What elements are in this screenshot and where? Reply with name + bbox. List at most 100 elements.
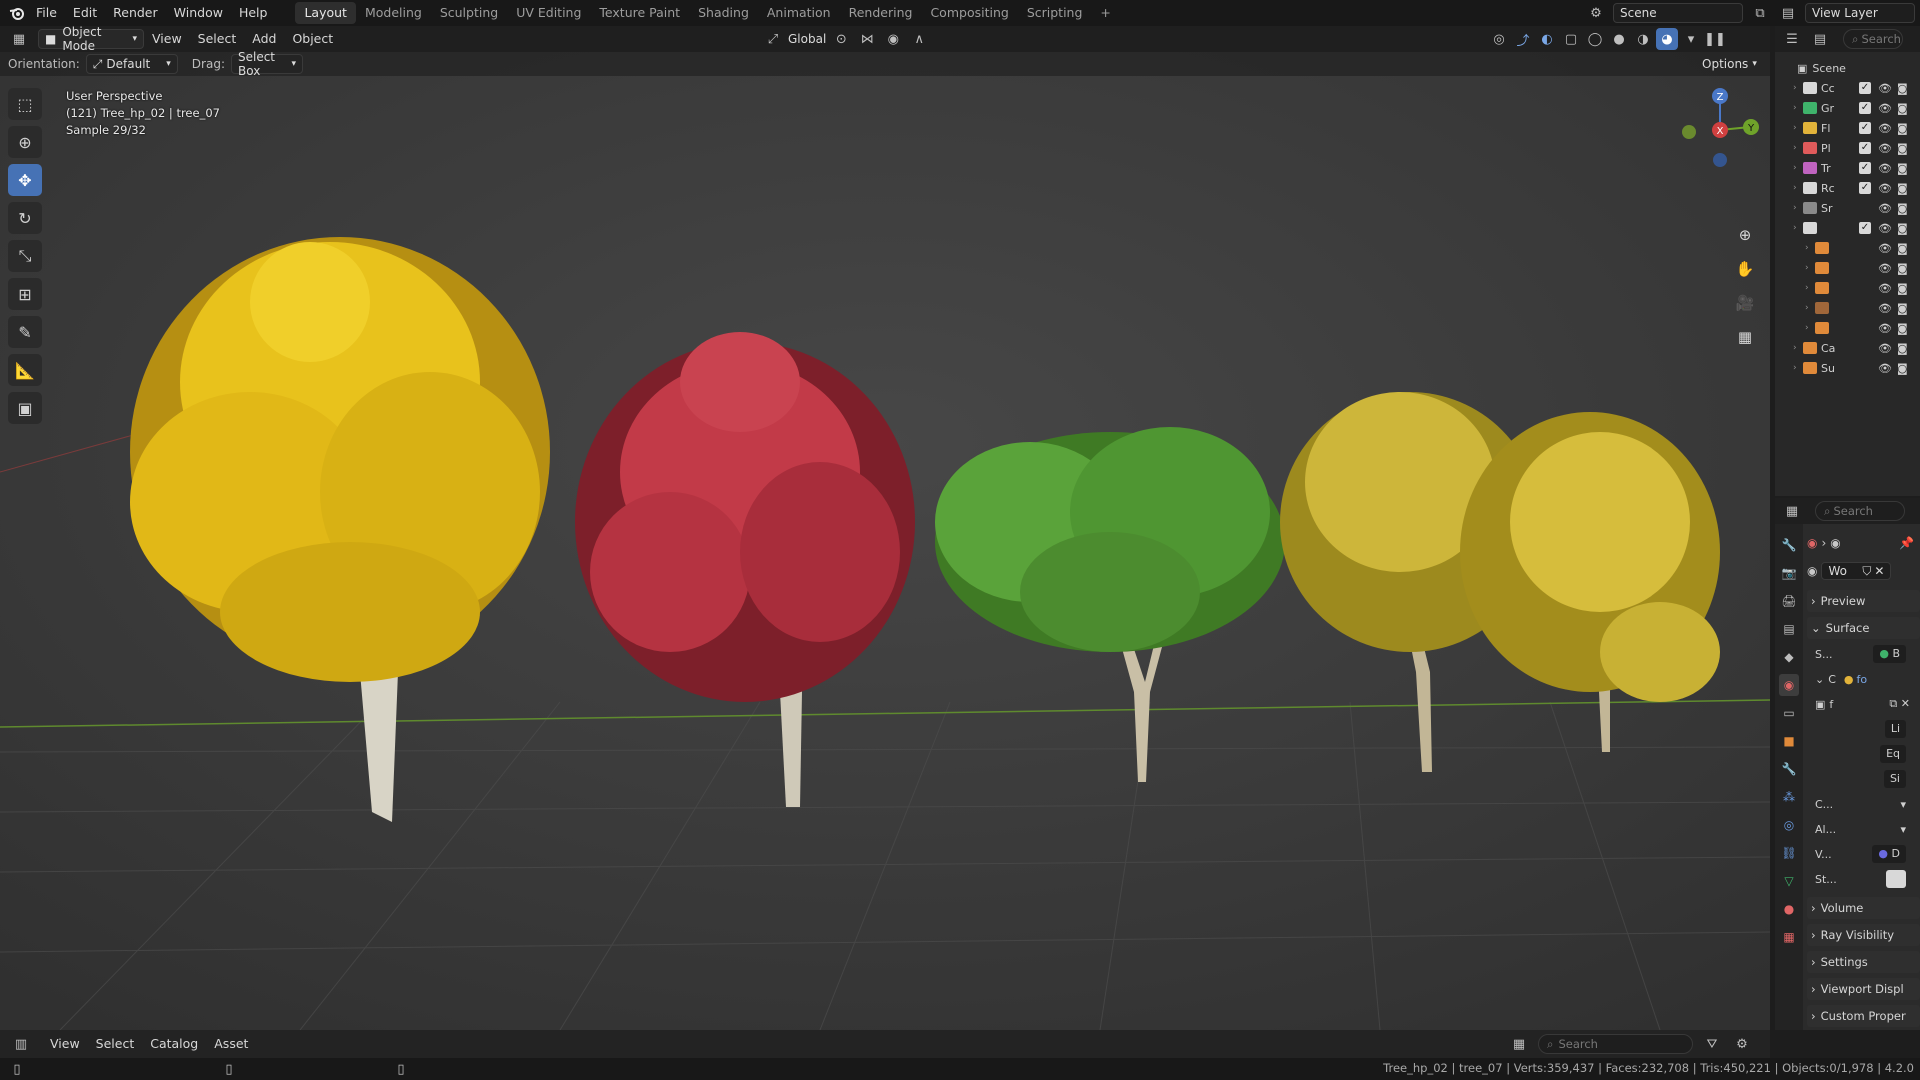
- chevron-right-icon[interactable]: ›: [1793, 203, 1803, 213]
- chevron-right-icon[interactable]: ›: [1793, 143, 1803, 153]
- settings-panel[interactable]: › Settings: [1807, 951, 1920, 973]
- navigation-gizmo[interactable]: Z Y X: [1675, 82, 1765, 172]
- gizmo-icon[interactable]: ⤴: [1512, 28, 1534, 50]
- viewport-menu-view[interactable]: View: [144, 26, 190, 52]
- colorspace-field[interactable]: C... ▾: [1807, 794, 1920, 814]
- modifier-tab-icon[interactable]: 🔧: [1779, 758, 1799, 780]
- custom-properties-panel[interactable]: › Custom Proper: [1807, 1005, 1920, 1027]
- chevron-right-icon[interactable]: ›: [1793, 223, 1803, 233]
- tab-compositing[interactable]: Compositing: [921, 2, 1017, 24]
- outliner-scene-row[interactable]: ▣ Scene: [1775, 58, 1920, 78]
- eye-icon[interactable]: 👁: [1878, 362, 1892, 375]
- eye-icon[interactable]: 👁: [1878, 222, 1892, 235]
- asset-settings-gear-icon[interactable]: ⚙: [1731, 1033, 1753, 1055]
- eye-icon[interactable]: 👁: [1878, 122, 1892, 135]
- data-tab-icon[interactable]: ▽: [1779, 870, 1799, 892]
- source-value[interactable]: Si: [1883, 770, 1906, 788]
- view-layer-tab-icon[interactable]: ▤: [1779, 618, 1799, 640]
- tab-animation[interactable]: Animation: [758, 2, 840, 24]
- chevron-right-icon[interactable]: ›: [1793, 103, 1803, 113]
- viewport-menu-add[interactable]: Add: [244, 26, 284, 52]
- menu-file[interactable]: File: [28, 0, 65, 26]
- tab-scripting[interactable]: Scripting: [1018, 2, 1092, 24]
- transform-orientation-icon[interactable]: ⤢: [762, 28, 784, 50]
- blender-logo-icon[interactable]: [6, 2, 28, 24]
- outliner-row[interactable]: › Gr ✓ 👁 ◙: [1775, 98, 1920, 118]
- display-mode-icon[interactable]: ▤: [1809, 28, 1831, 50]
- volume-panel[interactable]: › Volume: [1807, 897, 1920, 919]
- exclude-checkbox[interactable]: ✓: [1859, 82, 1871, 94]
- outliner-row[interactable]: › Tr ✓ 👁 ◙: [1775, 158, 1920, 178]
- tab-layout[interactable]: Layout: [295, 2, 356, 24]
- material-shading-icon[interactable]: ◑: [1632, 28, 1654, 50]
- outliner-row[interactable]: › Su 👁 ◙: [1775, 358, 1920, 378]
- eye-icon[interactable]: 👁: [1878, 82, 1892, 95]
- world-name-field[interactable]: Wo ⛉ ✕: [1821, 562, 1892, 580]
- interpolation-field[interactable]: Li: [1807, 719, 1920, 739]
- outliner-row[interactable]: › 👁 ◙: [1775, 298, 1920, 318]
- projection-field[interactable]: Eq: [1807, 744, 1920, 764]
- tab-rendering[interactable]: Rendering: [840, 2, 922, 24]
- camera-icon[interactable]: ◙: [1897, 142, 1908, 155]
- scene-selector[interactable]: Scene: [1613, 3, 1743, 23]
- pin-icon[interactable]: 📌: [1899, 536, 1914, 550]
- preview-panel[interactable]: › Preview: [1807, 590, 1920, 612]
- source-field[interactable]: Si: [1807, 769, 1920, 789]
- eye-icon[interactable]: 👁: [1878, 322, 1892, 335]
- pivot-icon[interactable]: ⊙: [830, 28, 852, 50]
- camera-view-icon[interactable]: 🎥: [1732, 290, 1758, 316]
- surface-panel[interactable]: ⌄ Surface: [1807, 617, 1920, 639]
- camera-icon[interactable]: ◙: [1897, 302, 1908, 315]
- snap-icon[interactable]: ⋈: [856, 28, 878, 50]
- chevron-right-icon[interactable]: ›: [1805, 303, 1815, 313]
- outliner-search[interactable]: ⌕ Search: [1843, 29, 1903, 49]
- menu-help[interactable]: Help: [231, 0, 276, 26]
- camera-icon[interactable]: ◙: [1897, 282, 1908, 295]
- viewport-display-panel[interactable]: › Viewport Displ: [1807, 978, 1920, 1000]
- exclude-checkbox[interactable]: ✓: [1859, 222, 1871, 234]
- xray-icon[interactable]: ▢: [1560, 28, 1582, 50]
- exclude-checkbox[interactable]: ✓: [1859, 102, 1871, 114]
- transform-tool-icon[interactable]: ⊞: [8, 278, 42, 310]
- solid-shading-icon[interactable]: ●: [1608, 28, 1630, 50]
- camera-icon[interactable]: ◙: [1897, 82, 1908, 95]
- object-tab-icon[interactable]: ■: [1779, 730, 1799, 752]
- pan-hand-icon[interactable]: ✋: [1732, 256, 1758, 282]
- menu-window[interactable]: Window: [166, 0, 231, 26]
- scale-tool-icon[interactable]: ⤡: [8, 240, 42, 272]
- projection-value[interactable]: Eq: [1880, 745, 1906, 763]
- zoom-icon[interactable]: ⊕: [1732, 222, 1758, 248]
- texture-tab-icon[interactable]: ▦: [1779, 926, 1799, 948]
- scene-icon[interactable]: ⚙: [1585, 2, 1607, 24]
- view-layer-icon[interactable]: ▤: [1777, 2, 1799, 24]
- chevron-right-icon[interactable]: ›: [1793, 163, 1803, 173]
- outliner-row[interactable]: › Pl ✓ 👁 ◙: [1775, 138, 1920, 158]
- drag-dropdown[interactable]: Select Box ▾: [230, 50, 303, 78]
- chevron-right-icon[interactable]: ›: [1793, 363, 1803, 373]
- display-size-icon[interactable]: ▦: [1508, 1033, 1530, 1055]
- filter-icon[interactable]: ⛛: [1701, 1033, 1723, 1055]
- perspective-grid-icon[interactable]: ▦: [1732, 324, 1758, 350]
- material-tab-icon[interactable]: ●: [1779, 898, 1799, 920]
- chevron-right-icon[interactable]: ›: [1793, 83, 1803, 93]
- options-dropdown[interactable]: Options ▾: [1696, 54, 1762, 74]
- exclude-checkbox[interactable]: ✓: [1859, 182, 1871, 194]
- output-tab-icon[interactable]: 🖨: [1779, 590, 1799, 612]
- overlays-icon[interactable]: ◐: [1536, 28, 1558, 50]
- tab-texture-paint[interactable]: Texture Paint: [590, 2, 689, 24]
- outliner-row[interactable]: › Fl ✓ 👁 ◙: [1775, 118, 1920, 138]
- camera-icon[interactable]: ◙: [1897, 322, 1908, 335]
- measure-tool-icon[interactable]: 📐: [8, 354, 42, 386]
- new-scene-icon[interactable]: ⧉: [1749, 2, 1771, 24]
- select-box-tool-icon[interactable]: ⬚: [8, 88, 42, 120]
- particles-tab-icon[interactable]: ⁂: [1779, 786, 1799, 808]
- outliner-row[interactable]: › ✓ 👁 ◙: [1775, 218, 1920, 238]
- properties-editor-icon[interactable]: ▦: [1781, 500, 1803, 522]
- pause-icon[interactable]: ❚❚: [1704, 28, 1726, 50]
- eye-icon[interactable]: 👁: [1878, 162, 1892, 175]
- surface-field[interactable]: S... ● B: [1807, 644, 1920, 664]
- camera-icon[interactable]: ◙: [1897, 122, 1908, 135]
- annotate-tool-icon[interactable]: ✎: [8, 316, 42, 348]
- tab-modeling[interactable]: Modeling: [356, 2, 431, 24]
- shading-options-icon[interactable]: ▾: [1680, 28, 1702, 50]
